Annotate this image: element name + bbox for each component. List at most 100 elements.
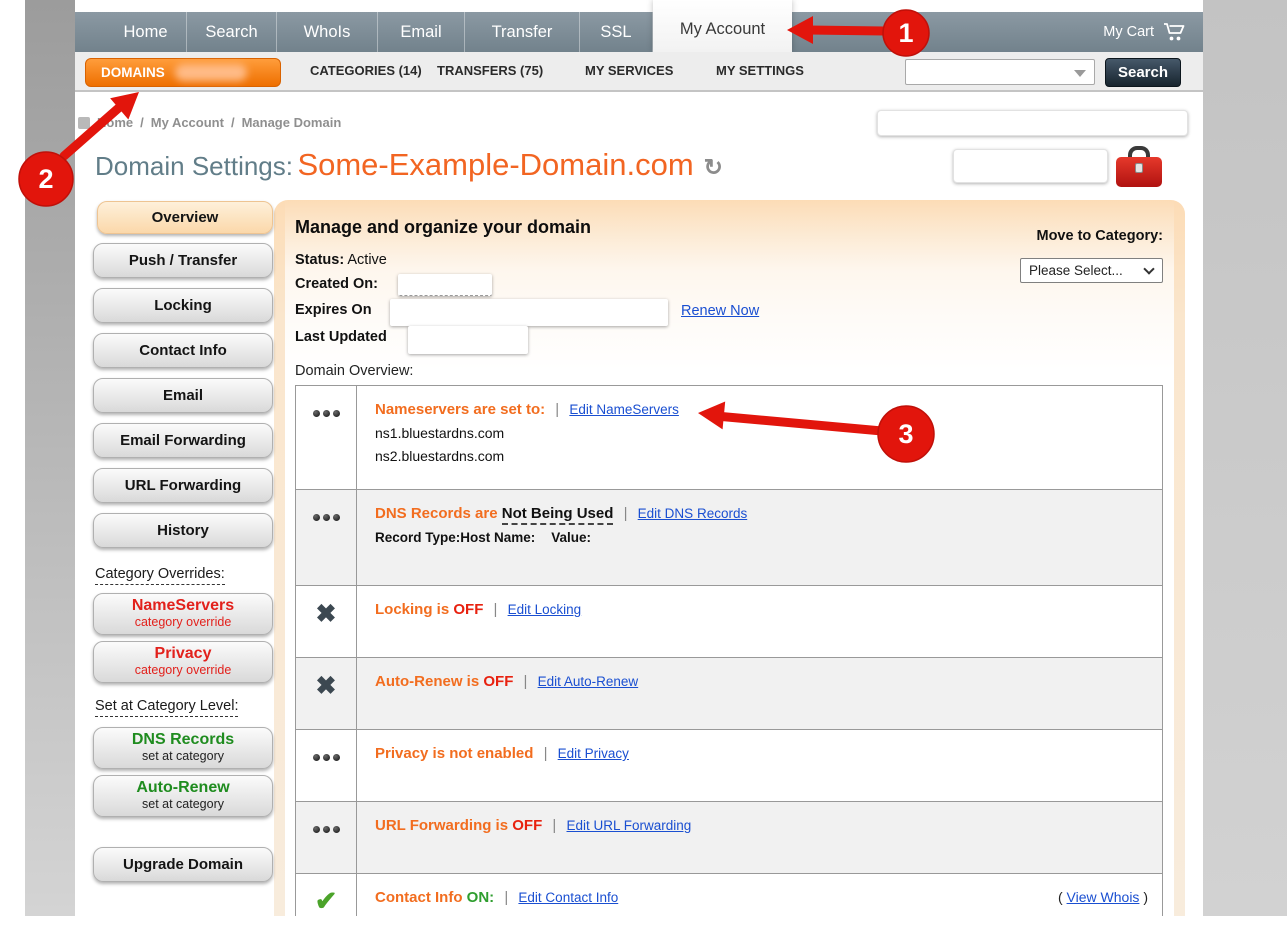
- separator: |: [488, 601, 504, 618]
- combobox-arrow-icon[interactable]: [1074, 70, 1086, 77]
- breadcrumb-separator: /: [140, 115, 144, 130]
- toolbox-icon[interactable]: [1116, 146, 1162, 187]
- category-select-value: Please Select...: [1029, 263, 1123, 278]
- category-title: DNS Records: [94, 731, 272, 749]
- top-navigation-bar: Home Search WhoIs Email Transfer SSL My …: [75, 12, 1203, 52]
- table-row-dns-records: DNS Records are Not Being Used | Edit DN…: [296, 489, 1162, 585]
- x-icon: ✖: [316, 674, 337, 729]
- sidebar-tab-overview[interactable]: Overview: [97, 201, 273, 234]
- sidebar-button-privacy-override[interactable]: Privacy category override: [93, 641, 273, 683]
- nav-tab-search[interactable]: Search: [187, 12, 277, 52]
- category-overrides-label: Category Overrides:: [95, 566, 225, 585]
- override-title: Privacy: [94, 645, 272, 663]
- nav-tab-transfer[interactable]: Transfer: [465, 12, 580, 52]
- redacted-created-date: [398, 274, 492, 296]
- expires-label: Expires On: [295, 302, 372, 318]
- redacted-updated-date: [408, 326, 528, 354]
- separator: |: [546, 817, 562, 834]
- sidebar-button-dns-records-category[interactable]: DNS Records set at category: [93, 727, 273, 769]
- subnav-item-my-services[interactable]: MY SERVICES: [585, 52, 673, 90]
- subnav-tab-domains[interactable]: DOMAINS: [85, 58, 281, 87]
- x-icon: ✖: [316, 602, 337, 657]
- dots-icon: [313, 754, 340, 801]
- dots-icon: [313, 514, 340, 585]
- sidebar-tab-push-transfer[interactable]: Push / Transfer: [93, 243, 273, 278]
- subnav-item-my-settings[interactable]: MY SETTINGS: [716, 52, 804, 90]
- nav-tab-my-account[interactable]: My Account: [653, 0, 792, 52]
- category-select[interactable]: Please Select...: [1020, 258, 1163, 283]
- nav-tab-whois[interactable]: WhoIs: [277, 12, 378, 52]
- sidebar-tab-email[interactable]: Email: [93, 378, 273, 413]
- redacted-value-box: [953, 149, 1108, 183]
- left-page-margin: [25, 0, 75, 916]
- breadcrumb-separator: /: [231, 115, 235, 130]
- nav-tab-home[interactable]: Home: [105, 12, 187, 52]
- redacted-expiry-date: [390, 299, 668, 326]
- category-title: Auto-Renew: [94, 779, 272, 797]
- status-label: Status:: [295, 252, 344, 268]
- updated-label: Last Updated: [295, 329, 387, 345]
- row-label: Auto-Renew is: [375, 673, 479, 690]
- edit-contact-info-link[interactable]: Edit Contact Info: [518, 890, 618, 905]
- table-row-locking: ✖ Locking is OFF | Edit Locking: [296, 585, 1162, 657]
- domain-search-input[interactable]: [910, 61, 1070, 83]
- sidebar-tab-contact-info[interactable]: Contact Info: [93, 333, 273, 368]
- dots-icon: [313, 826, 340, 873]
- category-subtitle: set at category: [94, 797, 272, 811]
- upgrade-domain-button[interactable]: Upgrade Domain: [93, 847, 273, 882]
- row-label: Contact Info: [375, 889, 463, 906]
- breadcrumb: Home / My Account / Manage Domain: [78, 115, 341, 130]
- redacted-value-box: [877, 110, 1188, 136]
- row-status: Not Being Used: [502, 505, 614, 525]
- redacted-domain-count: [175, 64, 247, 81]
- table-row-url-forwarding: URL Forwarding is OFF | Edit URL Forward…: [296, 801, 1162, 873]
- search-button[interactable]: Search: [1105, 58, 1181, 87]
- sidebar-tab-history[interactable]: History: [93, 513, 273, 548]
- override-subtitle: category override: [94, 615, 272, 629]
- subnav-item-categories[interactable]: CATEGORIES (14): [310, 52, 422, 90]
- sidebar-tab-email-forwarding[interactable]: Email Forwarding: [93, 423, 273, 458]
- dots-icon: [313, 410, 340, 489]
- domain-search-combobox[interactable]: [905, 59, 1095, 85]
- cart-icon: [1163, 22, 1187, 42]
- sidebar-button-nameservers-override[interactable]: NameServers category override: [93, 593, 273, 635]
- row-status: OFF: [453, 601, 483, 618]
- row-status: OFF: [483, 673, 513, 690]
- sidebar-tab-url-forwarding[interactable]: URL Forwarding: [93, 468, 273, 503]
- category-subtitle: set at category: [94, 749, 272, 763]
- sidebar-button-auto-renew-category[interactable]: Auto-Renew set at category: [93, 775, 273, 817]
- account-sub-navigation: DOMAINS CATEGORIES (14) TRANSFERS (75) M…: [75, 52, 1203, 92]
- viewport-cutoff: [0, 916, 1287, 931]
- renew-now-link[interactable]: Renew Now: [681, 303, 759, 319]
- table-row-auto-renew: ✖ Auto-Renew is OFF | Edit Auto-Renew: [296, 657, 1162, 729]
- status-value: Active: [347, 252, 387, 268]
- my-cart-button[interactable]: My Cart: [1103, 12, 1187, 52]
- edit-auto-renew-link[interactable]: Edit Auto-Renew: [538, 674, 639, 689]
- sidebar-tab-locking[interactable]: Locking: [93, 288, 273, 323]
- domain-overview-table: Nameservers are set to: | Edit NameServe…: [295, 385, 1163, 931]
- edit-url-forwarding-link[interactable]: Edit URL Forwarding: [567, 818, 692, 833]
- row-label: DNS Records are: [375, 505, 498, 522]
- subnav-item-transfers[interactable]: TRANSFERS (75): [437, 52, 543, 90]
- separator: |: [549, 401, 565, 418]
- nav-tab-email[interactable]: Email: [378, 12, 465, 52]
- updated-line: Last Updated: [295, 329, 387, 345]
- dns-record-headers: Record Type:Host Name:Value:: [375, 530, 1146, 545]
- breadcrumb-my-account[interactable]: My Account: [151, 115, 224, 130]
- edit-privacy-link[interactable]: Edit Privacy: [558, 746, 629, 761]
- row-label: Locking is: [375, 601, 449, 618]
- domains-tab-label: DOMAINS: [101, 59, 165, 86]
- nameserver-entry: ns2.bluestardns.com: [375, 448, 1146, 464]
- breadcrumb-home[interactable]: Home: [97, 115, 133, 130]
- nav-tab-ssl[interactable]: SSL: [580, 12, 653, 52]
- edit-dns-records-link[interactable]: Edit DNS Records: [638, 506, 748, 521]
- manage-domain-page: Home Search WhoIs Email Transfer SSL My …: [0, 0, 1287, 931]
- set-at-category-label: Set at Category Level:: [95, 698, 238, 717]
- edit-locking-link[interactable]: Edit Locking: [508, 602, 582, 617]
- chevron-down-icon: [1143, 263, 1154, 274]
- view-whois-link[interactable]: View Whois: [1067, 889, 1140, 905]
- refresh-icon[interactable]: ↻: [704, 154, 723, 180]
- edit-nameservers-link[interactable]: Edit NameServers: [569, 402, 679, 417]
- row-label: Privacy is not enabled: [375, 745, 533, 762]
- home-icon: [78, 117, 90, 129]
